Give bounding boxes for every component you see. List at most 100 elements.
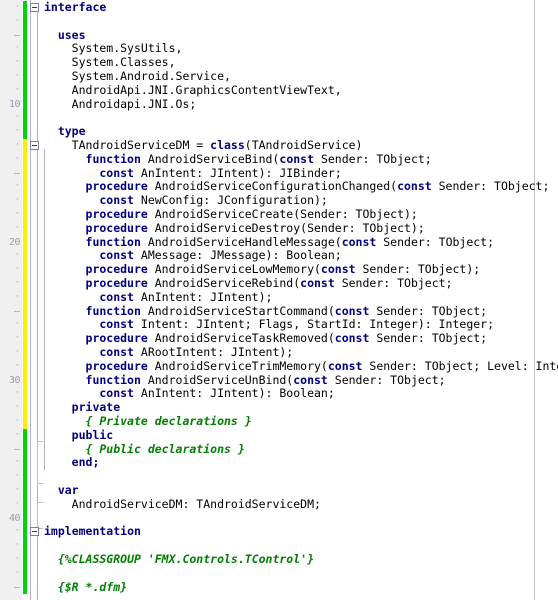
line-tick-marker: · xyxy=(14,278,20,288)
code-text-area[interactable]: interface uses System.SysUtils, System.Cla… xyxy=(44,0,558,600)
fold-class-icon[interactable] xyxy=(30,141,39,150)
code-line[interactable]: TAndroidServiceDM = class(TAndroidServic… xyxy=(44,138,363,153)
code-line[interactable]: { Public declarations } xyxy=(44,441,245,457)
code-line[interactable]: { Private declarations } xyxy=(44,414,252,429)
fold-implementation-icon[interactable] xyxy=(30,527,39,537)
line-tick-marker: · xyxy=(14,43,20,54)
token-kw: procedure xyxy=(85,220,148,235)
code-line[interactable] xyxy=(44,567,51,581)
code-line[interactable]: uses xyxy=(44,28,86,43)
token-kw: end; xyxy=(71,455,100,470)
code-line[interactable]: {$R *.dfm} xyxy=(44,579,128,595)
code-line[interactable]: interface xyxy=(44,0,106,15)
line-tick-marker: · xyxy=(14,457,20,468)
line-tick-marker: · xyxy=(14,429,20,440)
code-line[interactable]: implementation xyxy=(44,524,141,539)
code-line[interactable]: const Intent: JIntent; Flags, StartId: I… xyxy=(44,317,494,332)
token-kw: const xyxy=(341,234,377,249)
code-line[interactable]: procedure AndroidServiceTaskRemoved(cons… xyxy=(44,331,488,346)
code-line[interactable]: procedure AndroidServiceRebind(const Sen… xyxy=(44,276,453,291)
code-line[interactable]: var xyxy=(44,483,79,498)
code-line[interactable]: AndroidApi.JNI.GraphicsContentViewText, xyxy=(44,82,342,98)
token-id: NewConfig: JConfiguration); xyxy=(133,193,328,208)
token-id: Sender: TObject; xyxy=(369,331,488,346)
change-bar-saved xyxy=(23,1,27,139)
line-tick-marker: · xyxy=(14,57,20,68)
code-line[interactable] xyxy=(44,539,51,553)
code-line[interactable] xyxy=(44,15,51,29)
token-id: System.Android.Service, xyxy=(71,69,231,83)
line-tick-marker: · xyxy=(14,153,20,164)
line-tick-marker: · xyxy=(14,347,20,357)
token-id: AndroidServiceHandleMessage( xyxy=(140,234,342,249)
token-kw: procedure xyxy=(85,207,148,221)
line-tick-marker: – xyxy=(13,443,20,455)
token-kw: const xyxy=(99,317,134,332)
line-tick-marker: – xyxy=(13,305,20,317)
token-kw: procedure xyxy=(85,276,148,290)
code-line[interactable]: const AnIntent: JIntent): JIBinder; xyxy=(44,165,342,181)
code-line[interactable]: const AnIntent: JIntent): Boolean; xyxy=(44,386,334,401)
line-number: 20 xyxy=(8,236,21,248)
code-line[interactable]: procedure AndroidServiceTrimMemory(const… xyxy=(44,358,558,374)
line-tick-marker: – xyxy=(13,167,20,179)
line-tick-marker: · xyxy=(14,319,20,330)
token-dir: {$R *.dfm} xyxy=(57,579,128,594)
code-line[interactable]: function AndroidServiceHandleMessage(con… xyxy=(44,234,495,250)
token-kw: function xyxy=(85,303,141,318)
code-line[interactable] xyxy=(44,111,51,125)
fold-interface-icon[interactable] xyxy=(30,3,39,12)
code-editor[interactable]: · · – · · · · 10 · · · · – · · · · 20 · · · · – · · · · 30 · · · · – · · · ·… xyxy=(0,0,558,600)
code-line[interactable]: const AMessage: JMessage): Boolean; xyxy=(44,248,341,263)
code-line[interactable]: {%CLASSGROUP 'FMX.Controls.TControl'} xyxy=(44,552,315,567)
code-line[interactable]: type xyxy=(44,124,86,139)
token-id: AndroidServiceCreate(Sender: TObject); xyxy=(147,207,418,221)
line-number: 10 xyxy=(8,98,21,110)
code-line[interactable] xyxy=(44,512,51,526)
token-kw: const xyxy=(334,303,370,318)
code-line[interactable]: AndroidServiceDM: TAndroidServiceDM; xyxy=(44,496,321,512)
code-line[interactable]: Androidapi.JNI.Os; xyxy=(44,97,197,112)
token-kw: procedure xyxy=(85,331,148,346)
line-tick-marker: · xyxy=(14,140,20,150)
change-bar-modified xyxy=(23,139,27,429)
code-line[interactable]: System.SysUtils, xyxy=(44,41,183,56)
indent-guide xyxy=(30,0,31,600)
line-tick-marker: · xyxy=(14,333,20,344)
line-tick-marker: · xyxy=(14,264,20,275)
line-tick-marker: – xyxy=(13,581,20,593)
token-id: AndroidServiceDM: TAndroidServiceDM; xyxy=(71,496,321,511)
code-line[interactable]: const ARootIntent: JIntent); xyxy=(44,345,293,360)
token-kw: function xyxy=(85,151,141,166)
token-cm: { Public declarations } xyxy=(85,441,245,456)
code-line[interactable]: const NewConfig: JConfiguration); xyxy=(44,193,328,208)
code-line[interactable]: function AndroidServiceUnBind(const Send… xyxy=(44,372,446,388)
token-id: AndroidApi.JNI.GraphicsContentViewText, xyxy=(71,82,342,97)
code-line[interactable]: procedure AndroidServiceLowMemory(const … xyxy=(44,262,481,277)
token-id: Sender: TObject; xyxy=(327,372,446,387)
code-line[interactable]: end; xyxy=(44,455,100,470)
code-line[interactable]: private xyxy=(44,400,120,415)
code-line[interactable]: function AndroidServiceBind(const Sender… xyxy=(44,151,432,167)
token-id: Sender: TObject; xyxy=(369,303,488,318)
line-tick-marker: · xyxy=(14,388,20,399)
code-line[interactable]: System.Classes, xyxy=(44,55,176,70)
code-line[interactable]: procedure AndroidServiceCreate(Sender: T… xyxy=(44,207,418,222)
token-id: Sender: TObject; xyxy=(376,234,495,249)
line-tick-marker: · xyxy=(14,71,20,81)
line-tick-marker: · xyxy=(14,567,20,578)
token-dir: {%CLASSGROUP 'FMX.Controls.TControl'} xyxy=(57,552,315,566)
code-line[interactable]: procedure AndroidServiceDestroy(Sender: … xyxy=(44,220,425,236)
line-tick-marker: · xyxy=(14,2,20,12)
code-line[interactable]: System.Android.Service, xyxy=(44,69,231,84)
line-tick-marker: · xyxy=(14,540,20,551)
token-id: Sender: TObject; Level: Integer); xyxy=(369,358,558,373)
token-id: AnIntent: JIntent): JIBinder; xyxy=(133,165,342,180)
code-line[interactable]: procedure AndroidServiceConfigurationCha… xyxy=(44,179,550,194)
change-bar-saved xyxy=(23,428,27,595)
line-tick-marker: · xyxy=(14,126,20,137)
code-line[interactable]: public xyxy=(44,428,114,443)
code-line[interactable]: function AndroidServiceStartCommand(cons… xyxy=(44,303,488,319)
code-line[interactable] xyxy=(44,470,51,484)
code-line[interactable]: const AnIntent: JIntent); xyxy=(44,290,272,305)
